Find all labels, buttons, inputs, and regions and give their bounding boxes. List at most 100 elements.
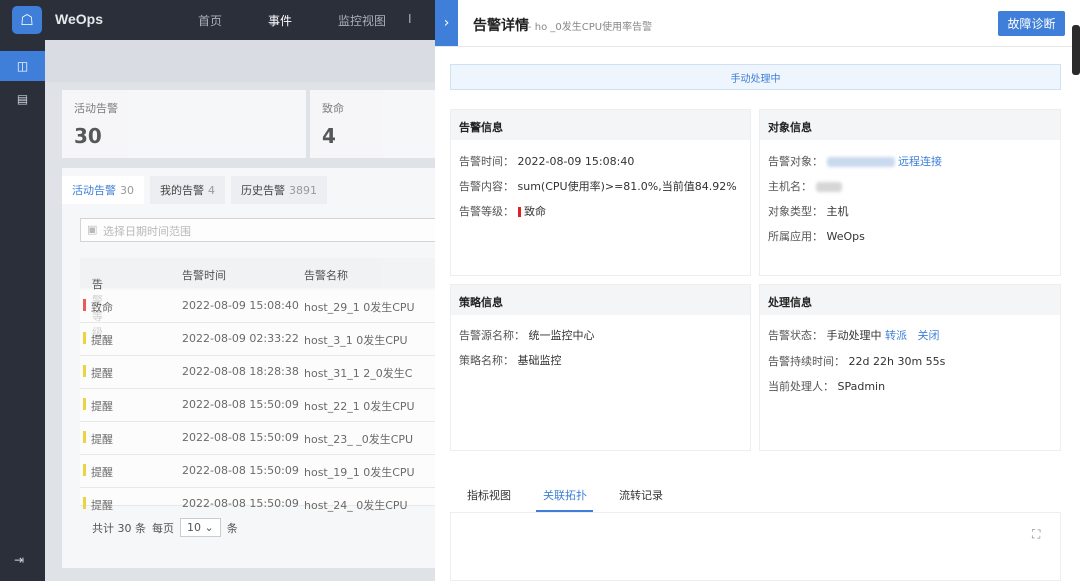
redacted-value xyxy=(826,157,895,167)
table-row[interactable]: 提醒 2022-08-08 15:50:09 host_23_ _0发生CPU xyxy=(80,422,445,455)
name-cell: host_23_ _0发生CPU xyxy=(304,433,414,446)
time-cell: 2022-08-09 15:08:40 xyxy=(182,299,299,312)
table-row[interactable]: 提醒 2022-08-08 18:28:38 host_31_1 2_0发生C xyxy=(80,356,445,389)
page-size-select[interactable]: 10 ⌄ xyxy=(180,518,221,537)
fullscreen-icon[interactable]: ⛶ xyxy=(1032,527,1040,542)
table-row[interactable]: 提醒 2022-08-08 15:50:09 host_19_1 0发生CPU xyxy=(80,455,445,488)
total-count: 共计 30 条 xyxy=(92,521,146,535)
name-cell: host_19_1 0发生CPU xyxy=(304,466,415,479)
level-cell: 提醒 xyxy=(91,499,113,512)
alert-target-field: 告警对象： 远程连接 xyxy=(768,155,942,168)
pagination: 共计 30 条 每页 10 ⌄ 条 xyxy=(92,518,238,537)
name-cell: host_24_ 0发生CPU xyxy=(304,499,408,512)
level-cell: 提醒 xyxy=(91,400,113,413)
time-cell: 2022-08-09 02:33:22 xyxy=(182,332,299,345)
table-row[interactable]: 致命 2022-08-09 15:08:40 host_29_1 0发生CPU xyxy=(80,290,445,323)
alert-tabs: 活动告警 30 我的告警 4 历史告警 3891 xyxy=(62,176,327,204)
calendar-icon: ▣ xyxy=(87,223,98,236)
table-row[interactable]: 提醒 2022-08-09 02:33:22 host_3_1 0发生CPU xyxy=(80,323,445,356)
alert-time-field: 告警时间： 2022-08-09 15:08:40 xyxy=(459,155,635,168)
nav-item-home[interactable]: 首页 xyxy=(198,12,268,29)
level-cell: 提醒 xyxy=(91,433,113,446)
strategy-info-card: 策略信息 告警源名称： 统一监控中心 策略名称： 基础监控 xyxy=(450,284,751,451)
name-cell: host_3_1 0发生CPU xyxy=(304,334,408,347)
card-heading: 处理信息 xyxy=(760,285,1060,315)
level-marker-icon xyxy=(83,332,86,344)
transfer-link[interactable]: 转派 xyxy=(885,329,907,342)
close-link[interactable]: 关闭 xyxy=(918,329,940,342)
table-header: 告警等级 ▽ 告警时间 告警名称 xyxy=(80,258,445,339)
level-cell: 致命 xyxy=(91,301,113,314)
sidebar: ◫ ▤ ⇥ xyxy=(0,40,45,581)
per-page-label: 每页 xyxy=(152,521,174,535)
name-cell: host_22_1 0发生CPU xyxy=(304,400,415,413)
status-banner: 手动处理中 xyxy=(450,64,1061,90)
app-field: 所属应用： WeOps xyxy=(768,230,865,243)
brand-name: WeOps xyxy=(55,11,103,27)
current-handler-field: 当前处理人： SPadmin xyxy=(768,380,886,393)
level-cell: 提醒 xyxy=(91,334,113,347)
level-marker-icon xyxy=(83,497,86,509)
time-cell: 2022-08-08 15:50:09 xyxy=(182,464,299,477)
time-cell: 2022-08-08 18:28:38 xyxy=(182,365,299,378)
table-row[interactable]: 提醒 2022-08-08 15:50:09 host_24_ 0发生CPU xyxy=(80,488,445,512)
stat-label: 致命 xyxy=(322,102,344,115)
clipboard-icon: ▤ xyxy=(16,92,29,106)
detail-tabs: 指标视图 关联拓扑 流转记录 xyxy=(450,473,1061,513)
stat-value: 4 xyxy=(322,124,336,148)
tab-related-topology[interactable]: 关联拓扑 xyxy=(543,487,587,503)
card-heading: 策略信息 xyxy=(451,285,750,315)
column-header-time: 告警时间 xyxy=(182,269,226,282)
nav-item-monitor-view[interactable]: 监控视图 xyxy=(338,12,408,29)
object-info-card: 对象信息 告警对象： 远程连接 主机名： 对象类型： 主机 所属应用： WeOp… xyxy=(759,109,1061,276)
chevron-down-icon: ⌄ xyxy=(204,521,214,534)
active-tab-indicator xyxy=(536,510,593,512)
sidebar-item-alerts[interactable]: ◫ xyxy=(0,51,45,81)
card-heading: 对象信息 xyxy=(760,110,1060,140)
tab-flow-records[interactable]: 流转记录 xyxy=(619,487,663,503)
scrollbar[interactable] xyxy=(1072,25,1080,75)
time-cell: 2022-08-08 15:50:09 xyxy=(182,431,299,444)
filter-icon: ▽ xyxy=(92,276,101,289)
close-drawer-button[interactable]: › xyxy=(435,0,458,46)
stat-card-active: 活动告警 30 xyxy=(62,90,306,158)
sub-header xyxy=(45,40,445,82)
level-marker-icon xyxy=(83,464,86,476)
drawer-subtitle: - ho _0发生CPU使用率告警 xyxy=(528,22,653,33)
name-cell: host_29_1 0发生CPU xyxy=(304,301,415,314)
level-marker-icon xyxy=(83,365,86,377)
handling-info-card: 处理信息 告警状态： 手动处理中 转派 关闭 告警持续时间： 22d 22h 3… xyxy=(759,284,1061,451)
alert-source-field: 告警源名称： 统一监控中心 xyxy=(459,329,595,342)
level-marker-icon xyxy=(83,398,86,410)
tab-history-alerts[interactable]: 历史告警 3891 xyxy=(231,176,327,204)
alert-info-card: 告警信息 告警时间： 2022-08-09 15:08:40 告警内容： sum… xyxy=(450,109,751,276)
alert-level-field: 告警等级： 致命 xyxy=(459,205,546,218)
tab-active-alerts[interactable]: 活动告警 30 xyxy=(62,176,144,204)
strategy-name-field: 策略名称： 基础监控 xyxy=(459,354,562,367)
alert-icon: ◫ xyxy=(16,59,29,73)
fatal-marker-icon xyxy=(517,207,521,217)
time-cell: 2022-08-08 15:50:09 xyxy=(182,497,299,510)
stat-label: 活动告警 xyxy=(74,102,118,115)
collapse-sidebar-icon[interactable]: ⇥ xyxy=(14,553,24,567)
alert-content-field: 告警内容： sum(CPU使用率)>=81.0%,当前值84.92% xyxy=(459,180,737,193)
remote-connect-link[interactable]: 远程连接 xyxy=(898,155,942,168)
fault-diagnosis-button[interactable]: 故障诊断 xyxy=(998,11,1065,36)
per-page-unit: 条 xyxy=(226,521,238,535)
tab-metrics-view[interactable]: 指标视图 xyxy=(467,487,511,503)
app-logo-icon[interactable]: ☖ xyxy=(12,6,42,34)
table-row[interactable]: 提醒 2022-08-08 15:50:09 host_22_1 0发生CPU xyxy=(80,389,445,422)
card-heading: 告警信息 xyxy=(451,110,750,140)
drawer-title: 告警详情 xyxy=(473,18,529,34)
object-type-field: 对象类型： 主机 xyxy=(768,205,849,218)
stat-card-fatal: 致命 4 xyxy=(310,90,445,158)
tab-my-alerts[interactable]: 我的告警 4 xyxy=(150,176,225,204)
time-cell: 2022-08-08 15:50:09 xyxy=(182,398,299,411)
divider xyxy=(435,46,1080,47)
chevron-right-icon: › xyxy=(443,15,450,31)
date-range-input[interactable]: ▣ 选择日期时间范围 xyxy=(80,218,445,242)
level-marker-icon xyxy=(83,431,86,443)
redacted-value xyxy=(815,182,842,192)
nav-item-events[interactable]: 事件 xyxy=(268,12,338,29)
sidebar-item-clipboard[interactable]: ▤ xyxy=(0,84,45,114)
